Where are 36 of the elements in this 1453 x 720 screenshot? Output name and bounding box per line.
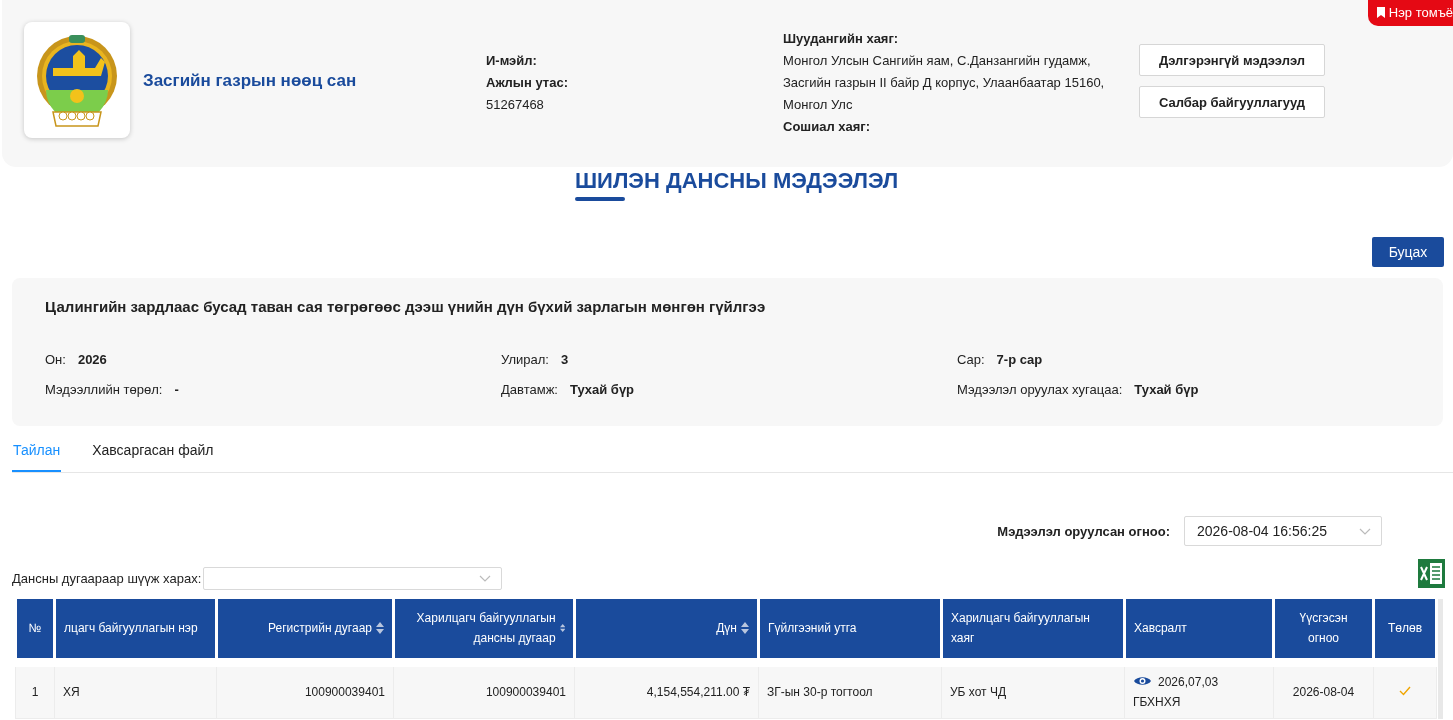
glossary-tab[interactable]: Нэр томъё (1367, 0, 1453, 26)
field-value: Тухай бүр (1134, 382, 1199, 397)
field-label: Давтамж: (501, 382, 558, 397)
field-value: 7-р сар (996, 352, 1043, 367)
eye-icon[interactable] (1133, 675, 1152, 688)
page-title: ШИЛЭН ДАНСНЫ МЭДЭЭЛЭЛ (575, 168, 899, 194)
date-label: Мэдээлэл оруулсан огноо: (997, 523, 1170, 539)
field-value: 3 (560, 352, 569, 367)
bookmark-icon (1376, 7, 1385, 18)
info-button[interactable]: Дэлгэрэнгүй мэдээлэл (1139, 44, 1325, 76)
filter-label: Дансны дугаараар шүүж харах: (12, 571, 202, 586)
tab[interactable]: Хавсаргасан файл (91, 435, 215, 472)
field-label: Он: (45, 352, 66, 367)
social-label: Сошиал хаяг: (783, 118, 872, 136)
field-value: - (174, 382, 179, 397)
sort-icon[interactable] (741, 621, 749, 636)
field-label: Мэдээллийн төрөл: (45, 382, 163, 397)
email-label: И-мэйл: (486, 52, 538, 70)
date-select[interactable]: 2026-08-04 16:56:25 (1184, 516, 1382, 546)
report-title: Цалингийн зардлаас бусад таван сая төгрөгөөс дээш үнийн дүн бүхий зарлагын мөнгөн гүйлгээ (45, 298, 767, 315)
excel-export-icon[interactable] (1418, 559, 1445, 588)
field-value: Тухай бүр (569, 382, 635, 397)
phone-label: Ажлын утас: (486, 74, 569, 92)
address-label: Шуудангийн хаяг: (783, 30, 900, 48)
field-value: 2026 (77, 352, 107, 367)
info-button[interactable]: Салбар байгууллагууд (1139, 86, 1325, 118)
organization-name: Засгийн газрын нөөц сан (143, 71, 358, 91)
field-label: Мэдээлэл оруулах хугацаа: (957, 382, 1123, 397)
field-label: Улирал: (501, 352, 549, 367)
field-label: Сар: (957, 352, 985, 367)
chevron-down-icon (1359, 527, 1371, 535)
sort-icon[interactable] (376, 621, 384, 636)
address-text: Монгол Улсын Сангийн яам, С.Данзангийн гудамж, Засгийн газрын II байр Д корпус, Улаанбаатар 15160, Монгол Улс (783, 52, 1106, 114)
chevron-down-icon (479, 575, 492, 582)
back-button[interactable]: Буцах (1372, 237, 1444, 267)
phone-number: 51267468 (486, 96, 545, 114)
